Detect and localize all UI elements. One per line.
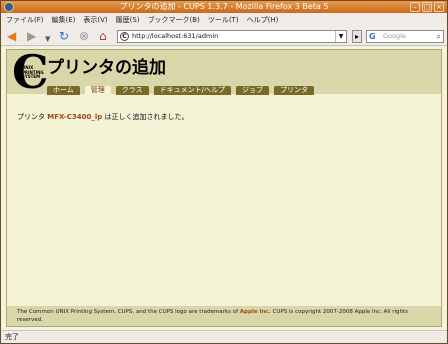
page-content: C UNIX PRINTING SYSTEM プリンタの追加 ホーム 管理 クラ… [1, 47, 447, 330]
cups-page: C UNIX PRINTING SYSTEM プリンタの追加 ホーム 管理 クラ… [6, 49, 442, 327]
page-title: プリンタの追加 [47, 58, 166, 78]
status-text: 完了 [5, 333, 19, 341]
tab-home[interactable]: ホーム [47, 86, 80, 95]
url-text: http://localhost:631/admin [132, 32, 219, 40]
reload-icon[interactable]: ↻ [59, 30, 69, 42]
home-icon[interactable]: ⌂ [99, 30, 107, 42]
search-icon[interactable]: ⌕ [437, 31, 441, 42]
cups-footer: The Common UNIX Printing System, CUPS, a… [7, 306, 441, 326]
tab-printers[interactable]: プリンタ [274, 86, 315, 95]
cups-logo: C UNIX PRINTING SYSTEM [12, 49, 49, 95]
tab-docs-help[interactable]: ドキュメント/ヘルプ [153, 86, 232, 95]
close-button[interactable]: × [434, 2, 444, 12]
url-dropdown-icon[interactable]: ▼ [335, 31, 346, 42]
history-dropdown-icon[interactable]: ▼ [45, 33, 50, 45]
menu-history[interactable]: 履歴(S) [116, 15, 140, 25]
menu-file[interactable]: ファイル(F) [6, 15, 44, 25]
menu-view[interactable]: 表示(V) [83, 15, 107, 25]
navigation-toolbar: ◀ ▶ ▼ ↻ ⊗ ⌂ C http://localhost:631/admin… [1, 26, 447, 46]
minimize-button[interactable]: – [410, 2, 420, 12]
back-icon[interactable]: ◀ [7, 30, 16, 42]
menu-bookmarks[interactable]: ブックマーク(B) [148, 15, 200, 25]
site-favicon-icon: C [120, 32, 129, 41]
footer-text-before: The Common UNIX Printing System, CUPS, a… [17, 309, 239, 315]
window-title: プリンタの追加 - CUPS 1.3.7 - Mozilla Firefox 3… [119, 2, 329, 11]
search-placeholder: Google [383, 32, 406, 40]
search-field[interactable]: G Google ⌕ [366, 30, 444, 43]
apple-link[interactable]: Apple Inc. [240, 309, 271, 315]
firefox-icon [4, 2, 14, 12]
title-bar: プリンタの追加 - CUPS 1.3.7 - Mozilla Firefox 3… [1, 1, 447, 13]
cups-header: C UNIX PRINTING SYSTEM プリンタの追加 ホーム 管理 クラ… [7, 49, 441, 95]
status-bar: 完了 [1, 330, 447, 343]
browser-window: プリンタの追加 - CUPS 1.3.7 - Mozilla Firefox 3… [0, 0, 448, 344]
menu-edit[interactable]: 編集(E) [52, 15, 76, 25]
forward-icon[interactable]: ▶ [27, 30, 36, 42]
maximize-button[interactable]: □ [422, 2, 432, 12]
url-field[interactable]: C http://localhost:631/admin ▼ [117, 30, 347, 43]
printer-name-link[interactable]: MFX-C3400_lp [47, 113, 102, 121]
google-icon: G [369, 32, 376, 41]
menu-help[interactable]: ヘルプ(H) [247, 15, 279, 25]
tab-classes[interactable]: クラス [115, 86, 149, 95]
tab-jobs[interactable]: ジョブ [236, 86, 270, 95]
message-prefix: プリンタ [17, 113, 45, 121]
message-suffix: は正しく追加されました。 [104, 113, 189, 121]
stop-icon[interactable]: ⊗ [79, 30, 89, 42]
logo-text: UNIX PRINTING SYSTEM [22, 65, 44, 79]
go-button[interactable]: ▸ [352, 30, 362, 43]
tab-bar: ホーム 管理 クラス ドキュメント/ヘルプ ジョブ プリンタ [47, 86, 315, 95]
tab-admin[interactable]: 管理 [84, 86, 111, 95]
menu-bar: ファイル(F) 編集(E) 表示(V) 履歴(S) ブックマーク(B) ツール(… [1, 13, 447, 26]
success-message: プリンタ MFX-C3400_lp は正しく追加されました。 [17, 112, 188, 122]
menu-tools[interactable]: ツール(T) [208, 15, 239, 25]
